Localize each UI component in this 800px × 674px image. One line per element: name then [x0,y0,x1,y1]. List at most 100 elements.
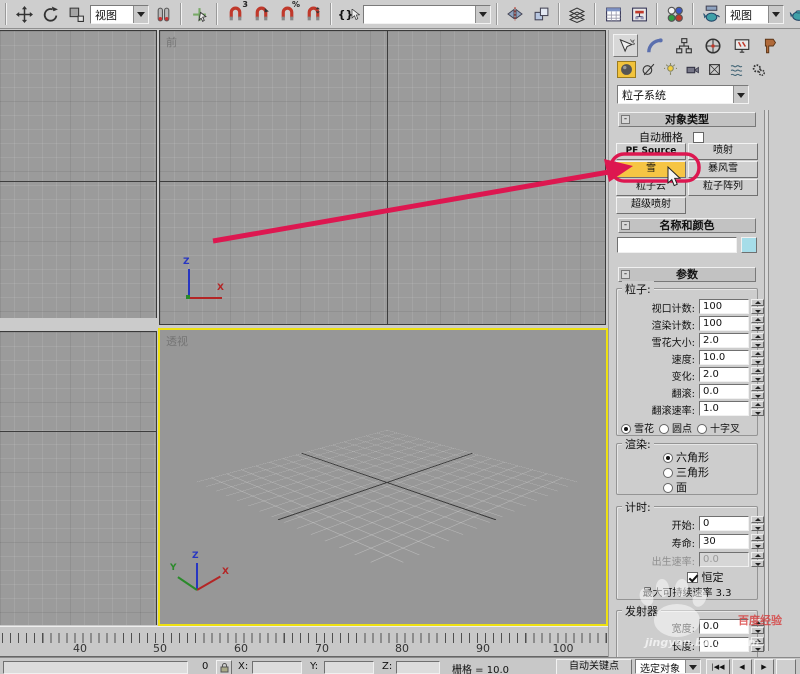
named-selection-dropdown[interactable] [363,4,491,24]
tab-utilities[interactable] [758,34,783,57]
x-coord-field[interactable] [252,661,302,674]
material-editor-icon[interactable] [663,2,687,26]
dropdown-arrow-icon[interactable] [768,5,783,23]
angle-snap-icon[interactable] [249,2,273,26]
category-helpers-icon[interactable] [705,61,724,78]
render-view-dropdown[interactable]: 视图 [725,4,784,24]
tab-motion[interactable] [700,34,725,57]
parray-button[interactable]: 粒子阵列 [688,179,758,196]
use-pivot-center-icon[interactable] [151,2,175,26]
edit-named-selections-icon[interactable]: {} [337,2,361,26]
reference-coordinate-dropdown[interactable]: 视图 [90,4,149,24]
category-spacewarps-icon[interactable] [727,61,746,78]
variation-input[interactable]: 2.0 [699,367,749,382]
category-shapes-icon[interactable] [639,61,658,78]
autogrid-checkbox[interactable] [692,132,704,143]
collapse-icon[interactable]: - [621,115,630,124]
category-geometry-icon[interactable] [617,61,636,78]
align-icon[interactable] [529,2,553,26]
dropdown-arrow-icon[interactable] [133,5,148,23]
panel-scrollbar[interactable] [764,110,769,651]
dropdown-arrow-icon[interactable] [475,5,490,23]
viewport-count-input[interactable]: 100 [699,299,749,314]
rollout-name-color[interactable]: - 名称和颜色 [618,218,756,233]
layer-manager-icon[interactable] [565,2,589,26]
play-button[interactable]: ▶ [754,659,774,674]
go-to-start-button[interactable]: |◀◀ [706,659,730,674]
dropdown-arrow-icon[interactable] [685,660,700,673]
start-input[interactable]: 0 [699,516,749,531]
track-bar[interactable]: 40 50 60 70 80 90 100 [0,626,610,657]
flake-size-input[interactable]: 2.0 [699,333,749,348]
viewport-perspective-label[interactable]: 透视 [166,333,188,349]
object-name-input[interactable] [617,237,737,253]
life-input[interactable]: 30 [699,534,749,549]
radio-facing[interactable]: 面 [663,479,687,495]
emitter-width-input[interactable]: 0.0 [699,619,749,634]
pcloud-button[interactable]: 粒子云 [616,179,686,196]
percent-snap-icon[interactable]: % [275,0,300,26]
snow-button[interactable]: 雪 [616,161,686,178]
constant-checkbox-row[interactable]: 恒定 [687,569,724,585]
move-icon[interactable] [12,2,36,26]
next-frame-button[interactable] [776,659,796,674]
radio-dots[interactable]: 圆点 [659,420,692,435]
radio-triangle[interactable]: 三角形 [663,464,709,480]
radio-sixpoint[interactable]: 六角形 [663,449,709,465]
rotate-icon[interactable] [38,2,62,26]
scale-icon[interactable] [64,2,88,26]
tab-display[interactable] [729,34,754,57]
spinner-arrows[interactable] [751,619,764,634]
tab-modify[interactable] [642,34,667,57]
tab-hierarchy[interactable] [671,34,696,57]
super-spray-button[interactable]: 超级喷射 [616,197,686,214]
spinner-arrows[interactable] [751,367,764,382]
blizzard-button[interactable]: 暴风雪 [688,161,758,178]
viewport-left-bottom[interactable] [0,331,157,625]
viewport-perspective[interactable]: 透视 Z X Y [158,328,608,626]
rollout-parameters[interactable]: - 参数 [618,267,756,282]
prompt-field[interactable] [3,661,188,674]
tumble-rate-input[interactable]: 1.0 [699,401,749,416]
collapse-icon[interactable]: - [621,221,630,230]
object-color-swatch[interactable] [741,237,757,253]
spinner-arrows[interactable] [751,350,764,365]
tumble-input[interactable]: 0.0 [699,384,749,399]
mirror-icon[interactable] [503,2,527,26]
dropdown-arrow-icon[interactable] [733,86,748,103]
spinner-arrows[interactable] [751,534,764,549]
rollout-object-type[interactable]: - 对象类型 [618,112,756,127]
z-coord-field[interactable] [396,661,440,674]
viewport-front-label[interactable]: 前 [166,34,177,50]
render-count-input[interactable]: 100 [699,316,749,331]
collapse-icon[interactable]: - [621,270,630,279]
key-filter-dropdown[interactable]: 选定对象 [635,659,701,674]
spinner-arrows[interactable] [751,333,764,348]
radio-flakes[interactable]: 雪花 [621,420,654,435]
spinner-arrows[interactable] [751,401,764,416]
spinner-arrows[interactable] [751,516,764,531]
quick-render-icon[interactable] [786,2,800,26]
schematic-view-icon[interactable] [627,2,651,26]
category-lights-icon[interactable] [661,61,680,78]
radio-ticks[interactable]: 十字叉 [697,420,740,435]
constant-checkbox[interactable] [687,572,698,583]
emitter-length-input[interactable]: 0.0 [699,637,749,652]
spinner-arrows[interactable] [751,316,764,331]
category-cameras-icon[interactable] [683,61,702,78]
render-setup-icon[interactable] [699,2,723,26]
subcategory-dropdown[interactable]: 粒子系统 [617,85,749,104]
curve-editor-icon[interactable] [601,2,625,26]
select-manipulate-icon[interactable] [187,2,211,26]
category-systems-icon[interactable] [749,61,768,78]
spinner-arrows[interactable] [751,637,764,652]
spinner-snap-icon[interactable] [301,2,325,26]
viewport-front[interactable]: 前 Z X [159,30,606,325]
y-coord-field[interactable] [324,661,374,674]
spinner-arrows[interactable] [751,299,764,314]
spinner-arrows[interactable] [751,384,764,399]
snap-toggle-3d-icon[interactable]: 3 [223,0,248,26]
auto-key-button[interactable]: 自动关键点 [556,659,632,674]
previous-frame-button[interactable]: ◀ [732,659,752,674]
viewport-left-top[interactable] [0,30,157,318]
